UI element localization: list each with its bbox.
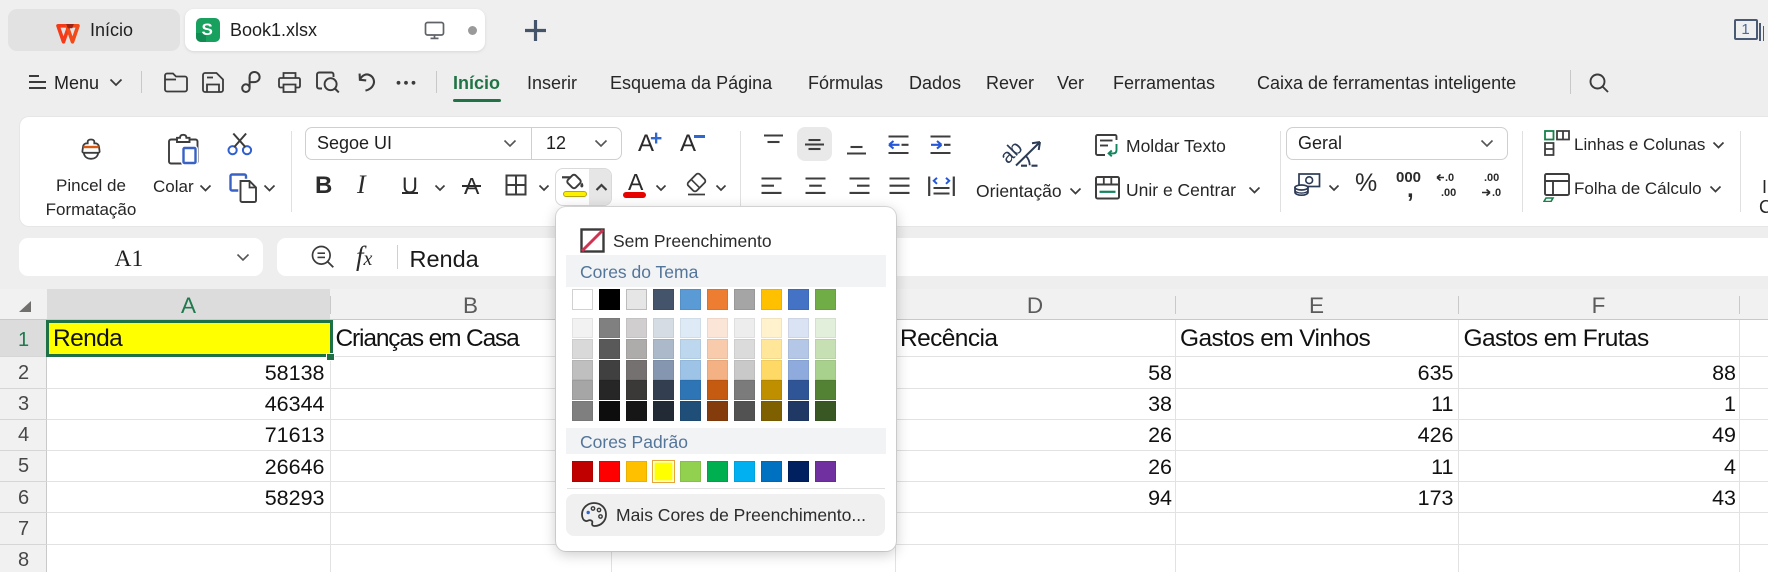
svg-text:.0: .0 (1492, 187, 1501, 199)
svg-text:ab: ab (999, 137, 1027, 168)
svg-text:.00: .00 (1484, 172, 1499, 184)
svg-text:.0: .0 (1445, 172, 1454, 184)
svg-text:.00: .00 (1441, 187, 1456, 199)
